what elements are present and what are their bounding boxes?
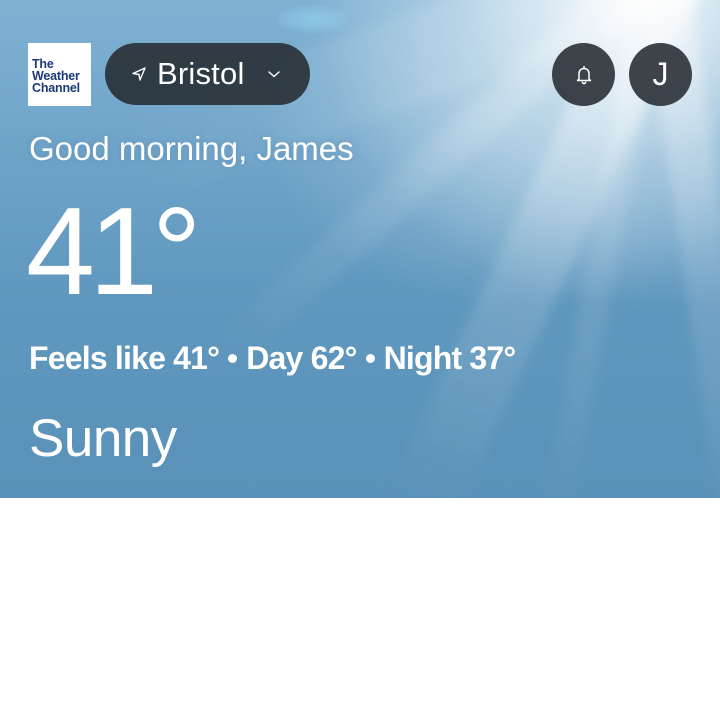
greeting: Good morning, James (29, 130, 354, 167)
location-selector[interactable]: Bristol (105, 43, 310, 105)
current-temperature: 41° (26, 183, 201, 321)
avatar-initial: J (652, 56, 669, 92)
feels-like: Feels like 41° (29, 340, 220, 376)
lens-flare (278, 6, 348, 32)
weather-channel-logo[interactable]: The Weather Channel (28, 43, 91, 106)
chevron-down-icon (267, 69, 281, 79)
separator-dot (228, 353, 238, 363)
avatar[interactable]: J (629, 43, 692, 106)
temperature-details: Feels like 41° Day 62° Night 37° (29, 340, 517, 377)
sun-ray (640, 0, 720, 716)
day-high: Day 62° (246, 340, 357, 376)
location-name: Bristol (157, 56, 245, 91)
location-arrow-icon (131, 66, 147, 82)
night-low: Night 37° (383, 340, 517, 376)
logo-text: The Weather Channel (32, 57, 80, 95)
separator-dot (365, 353, 375, 363)
notifications-button[interactable] (552, 43, 615, 106)
weather-condition: Sunny (29, 409, 177, 468)
bell-icon (573, 64, 595, 86)
